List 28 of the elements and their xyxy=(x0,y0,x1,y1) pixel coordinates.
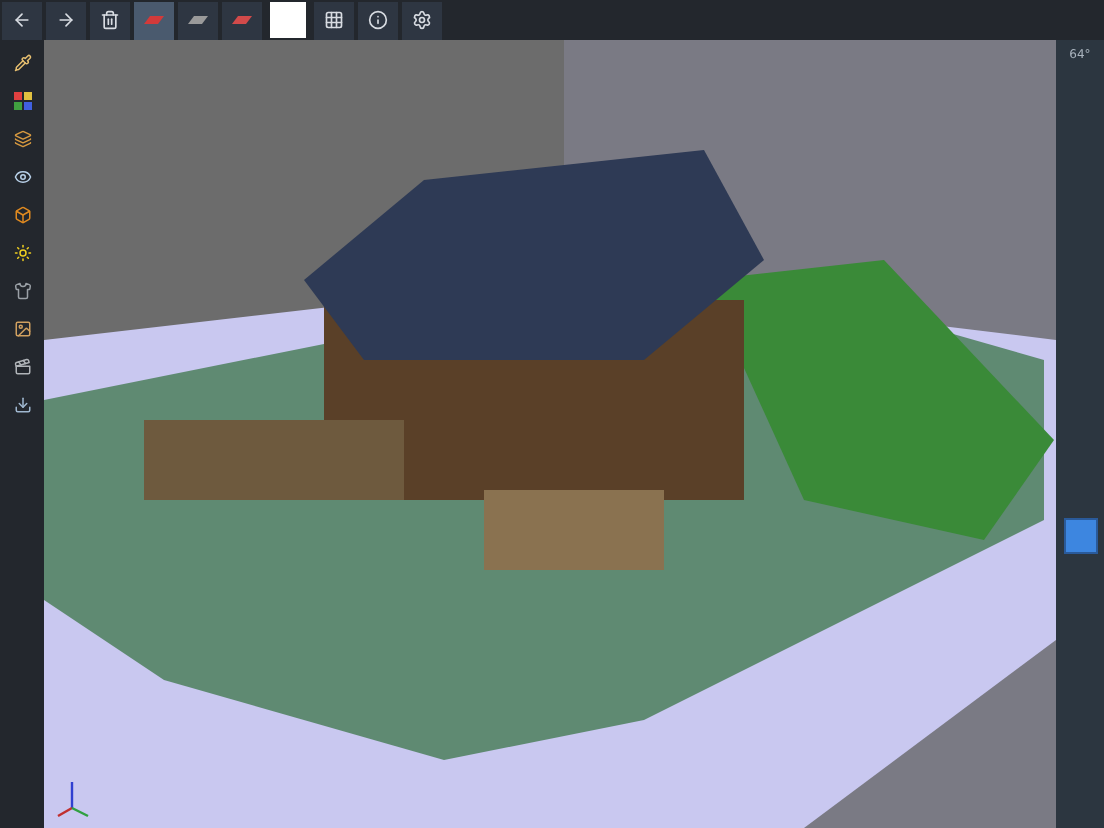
palette-icon xyxy=(13,91,31,109)
grid-button[interactable] xyxy=(314,1,354,39)
back-arrow-icon xyxy=(12,10,32,30)
tool-button[interactable] xyxy=(8,86,36,114)
trash-icon xyxy=(100,10,120,30)
forward-button[interactable] xyxy=(46,1,86,39)
delete-button[interactable] xyxy=(90,1,130,39)
info-icon xyxy=(368,10,388,30)
cube-icon xyxy=(13,205,31,223)
grid-icon xyxy=(324,10,344,30)
image-icon xyxy=(13,319,31,337)
brush-mode-button[interactable] xyxy=(222,1,262,39)
forward-arrow-icon xyxy=(56,10,76,30)
pipette-icon xyxy=(13,53,31,71)
sun-icon xyxy=(13,243,31,261)
brush-mode-button[interactable] xyxy=(178,1,218,39)
settings-icon xyxy=(412,10,432,30)
shirt-icon xyxy=(13,281,31,299)
layers-icon xyxy=(13,129,31,147)
back-button[interactable] xyxy=(2,1,42,39)
slider-thumb[interactable] xyxy=(1064,518,1098,555)
export-icon xyxy=(13,395,31,413)
eye-icon xyxy=(13,167,31,185)
color-swatch[interactable] xyxy=(270,2,306,38)
settings-button[interactable] xyxy=(402,1,442,39)
info-button[interactable] xyxy=(358,1,398,39)
clapperboard-icon xyxy=(13,357,31,375)
axis-gizmo-icon xyxy=(56,780,92,820)
